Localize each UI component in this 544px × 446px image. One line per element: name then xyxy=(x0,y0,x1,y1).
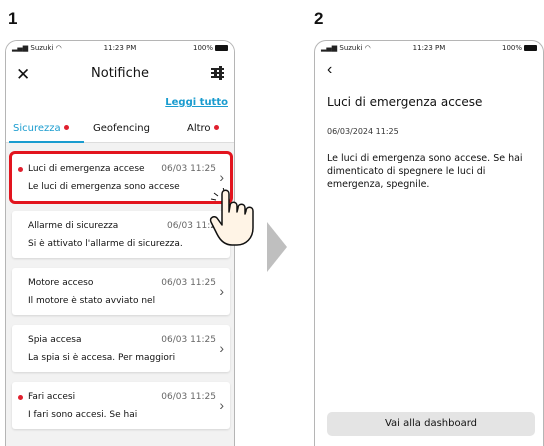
page-title: Notifiche xyxy=(91,66,149,81)
notification-preview: I fari sono accesi. Se hai xyxy=(28,410,138,420)
chevron-right-icon: › xyxy=(219,283,224,299)
notification-preview: Le luci di emergenza sono accese xyxy=(28,182,180,192)
tab-bar: Sicurezza Geofencing Altro xyxy=(6,115,234,143)
detail-title: Luci di emergenza accese xyxy=(327,95,483,109)
notification-preview: Si è attivato l'allarme di sicurezza. xyxy=(28,239,183,249)
dashboard-button[interactable]: Vai alla dashboard xyxy=(327,412,535,436)
unread-dot xyxy=(63,125,69,130)
battery-indicator: 100% xyxy=(502,44,537,52)
arrow-right-icon xyxy=(267,222,287,272)
notification-preview: Il motore è stato avviato nel xyxy=(28,296,156,306)
battery-indicator: 100% xyxy=(193,44,228,52)
unread-dot xyxy=(213,125,219,130)
notification-card[interactable]: Motore acceso 06/03 11:25 Il motore è st… xyxy=(12,268,230,315)
notification-date: 06/03 11:25 xyxy=(161,392,216,402)
read-all-link[interactable]: Leggi tutto xyxy=(165,97,228,108)
active-tab-indicator xyxy=(9,141,84,143)
battery-icon xyxy=(524,45,537,51)
status-bar: ▂▄▆ Suzuki ◠ 11:23 PM 100% xyxy=(315,41,543,55)
notification-date: 06/03 11:25 xyxy=(161,164,216,174)
step-number-2: 2 xyxy=(314,9,324,28)
detail-body: Le luci di emergenza sono accese. Se hai… xyxy=(327,153,523,190)
read-all-row: Leggi tutto xyxy=(6,93,234,115)
chevron-right-icon: › xyxy=(219,397,224,413)
notification-title: Motore acceso xyxy=(28,278,94,288)
top-bar: ✕ Notifiche xyxy=(6,55,234,93)
notification-preview: La spia si è accesa. Per maggiori xyxy=(28,353,176,363)
tab-altro[interactable]: Altro xyxy=(187,123,219,134)
tab-geofencing[interactable]: Geofencing xyxy=(93,123,150,134)
notification-detail-screen: ▂▄▆ Suzuki ◠ 11:23 PM 100% ‹ Luci di eme… xyxy=(314,40,544,446)
status-bar: ▂▄▆ Suzuki ◠ 11:23 PM 100% xyxy=(6,41,234,55)
notification-date: 06/03 11:25 xyxy=(161,335,216,345)
back-icon[interactable]: ‹ xyxy=(327,61,332,79)
tap-hand-icon xyxy=(209,188,254,246)
notification-title: Fari accesi xyxy=(28,392,76,402)
unread-dot xyxy=(18,395,23,400)
unread-dot xyxy=(18,167,23,172)
notification-title: Luci di emergenza accese xyxy=(28,164,145,174)
detail-date: 06/03/2024 11:25 xyxy=(327,127,399,136)
notification-title: Spia accesa xyxy=(28,335,82,345)
notification-date: 06/03 11:25 xyxy=(161,278,216,288)
chevron-right-icon: › xyxy=(219,169,224,185)
notification-title: Allarme di sicurezza xyxy=(28,221,119,231)
filter-icon[interactable] xyxy=(211,66,224,80)
notification-list-screen: ▂▄▆ Suzuki ◠ 11:23 PM 100% ✕ Notifiche L… xyxy=(5,40,235,446)
notification-card[interactable]: Fari accesi 06/03 11:25 I fari sono acce… xyxy=(12,382,230,429)
tab-sicurezza[interactable]: Sicurezza xyxy=(13,123,69,134)
notification-card[interactable]: Luci di emergenza accese 06/03 11:25 Le … xyxy=(9,151,233,204)
notification-card[interactable]: Allarme di sicurezza 06/03 11:2 Si è att… xyxy=(12,211,230,258)
battery-icon xyxy=(215,45,228,51)
step-number-1: 1 xyxy=(8,9,18,28)
chevron-right-icon: › xyxy=(219,340,224,356)
notification-card[interactable]: Spia accesa 06/03 11:25 La spia si è acc… xyxy=(12,325,230,372)
